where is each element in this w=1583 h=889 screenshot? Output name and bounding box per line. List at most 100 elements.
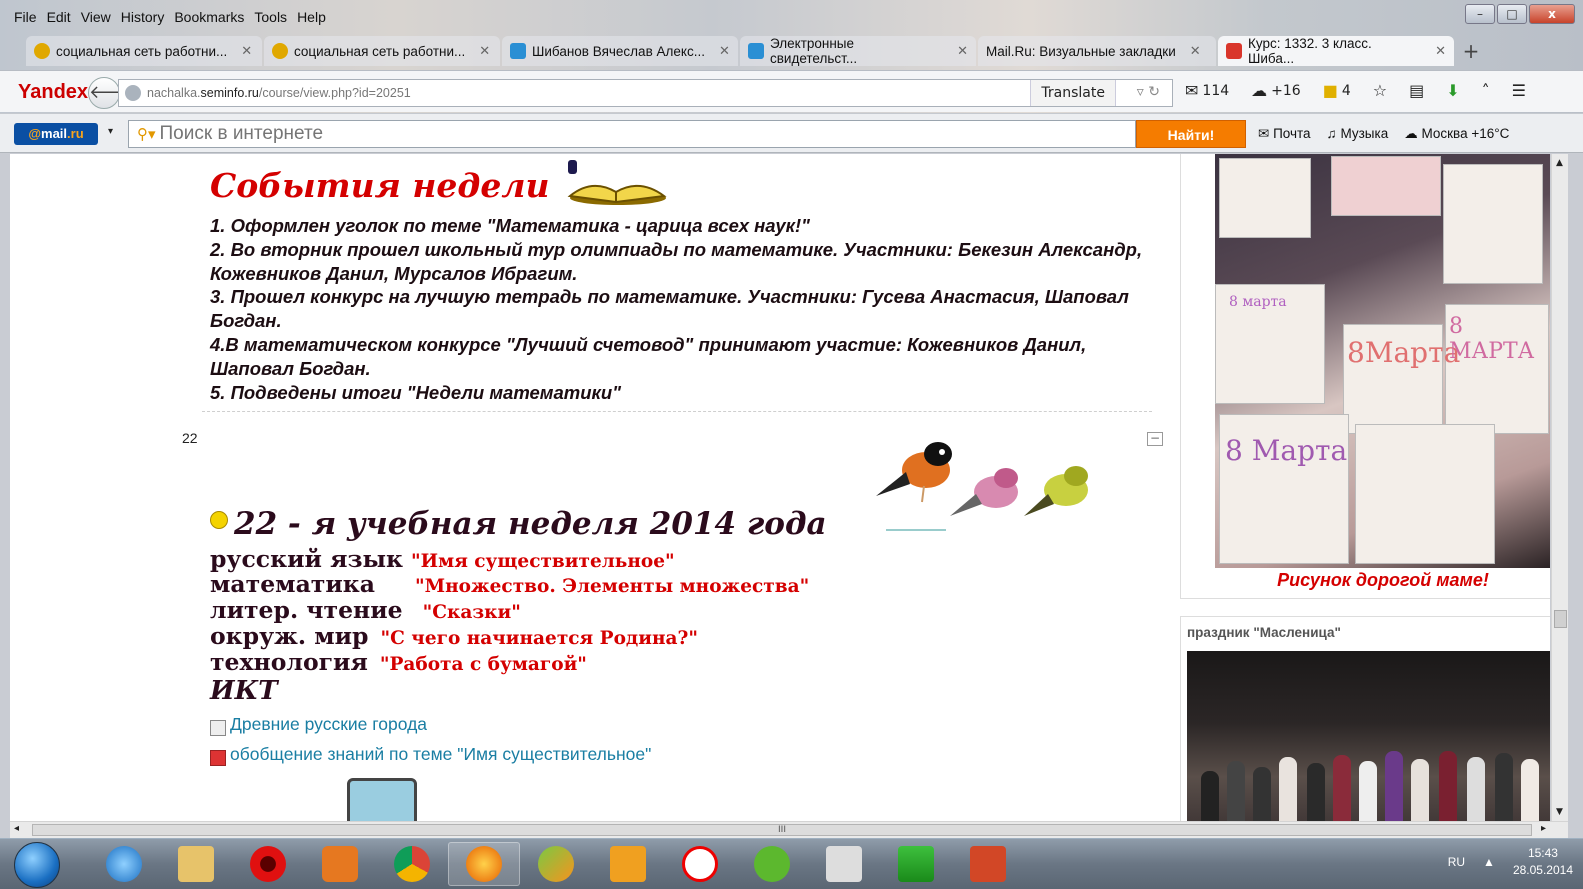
back-button[interactable]: 🡐 [88,77,137,109]
photo-figure [1411,759,1429,821]
resource-link[interactable]: Древние русские города [210,714,427,736]
vertical-scroll-thumb[interactable] [1554,610,1567,628]
scroll-left-icon[interactable]: ◂ [14,823,19,834]
taskbar-yandex[interactable] [664,842,736,886]
clipboard-icon: ▤ [1409,81,1425,100]
check-favicon-icon [748,43,764,59]
bookmark-star-button[interactable]: ☆ [1373,81,1387,100]
close-tab-icon[interactable]: ✕ [241,43,252,59]
photo-figure [1279,757,1297,821]
menu-help[interactable]: Help [293,6,330,30]
mailru-logo[interactable]: @mail.ru [14,123,98,145]
toolbar-icons: ✉ 114 ☁ +16 ■ 4 ☆ ▤ ⬇ ˄ ☰ [1185,81,1526,100]
subject-row: окруж. мир "С чего начинается Родина?" [210,622,698,650]
taskbar-app8[interactable] [592,842,664,886]
tab-label: Mail.Ru: Визуальные закладки [986,43,1176,59]
taskbar-explorer[interactable] [160,842,232,886]
url-subdomain: nachalka. [147,86,201,100]
taskbar-chrome[interactable] [376,842,448,886]
tab-mailru-bookmarks[interactable]: Mail.Ru: Визуальные закладки ✕ [978,36,1216,66]
puzzle-icon [610,846,646,882]
tab-shibanov[interactable]: Шибанов Вячеслав Алекс... ✕ [502,36,738,66]
resource-label[interactable]: Древние русские города [230,714,427,735]
weather-link[interactable]: ☁ Москва +16°C [1404,126,1509,142]
find-button[interactable]: Найти! [1136,120,1246,148]
tray-expand-icon[interactable]: ▲ [1483,855,1495,869]
tab-social-1[interactable]: социальная сеть работни... ✕ [26,36,262,66]
reload-icon[interactable]: ▿ ↻ [1137,84,1160,100]
subject-name: окруж. мир [210,622,369,650]
taskbar-app12[interactable] [880,842,952,886]
subject-topic: "Множество. Элементы множества" [414,576,810,597]
bookmarks-list-button[interactable]: ▤ [1409,81,1424,100]
yandex-logo[interactable]: Yandex [18,81,88,104]
open-book-icon [567,160,667,205]
scroll-down-icon[interactable]: ▼ [1556,807,1563,817]
minimize-button[interactable]: – [1465,4,1495,24]
window-controls: – □ x [1465,4,1575,24]
web-search-input[interactable] [159,123,1060,145]
scroll-up-icon[interactable]: ▲ [1556,158,1563,168]
menu-file[interactable]: File [10,6,41,30]
system-tray: RU ▲ 15:43 28.05.2014 [1448,845,1573,879]
maximize-button[interactable]: □ [1497,4,1527,24]
taskbar-opera[interactable] [232,842,304,886]
close-tab-icon[interactable]: ✕ [719,43,730,59]
photo-figure [1385,751,1403,821]
menu-button[interactable]: ☰ [1512,81,1526,100]
taskbar-utorrent[interactable] [736,842,808,886]
tab-strip: социальная сеть работни... ✕ социальная … [26,36,1486,68]
home-button[interactable]: ˄ [1482,81,1490,100]
menu-history[interactable]: History [117,6,169,30]
subject-name: литер. чтение [210,596,403,624]
tab-social-2[interactable]: социальная сеть работни... ✕ [264,36,500,66]
opera-icon [250,846,286,882]
taskbar-app7[interactable] [520,842,592,886]
new-tab-button[interactable]: + [1456,36,1486,66]
language-indicator[interactable]: RU [1448,855,1465,869]
drawing-paper [1219,158,1311,238]
taskbar-media[interactable] [304,842,376,886]
tasks-widget[interactable]: ■ 4 [1323,81,1351,100]
taskbar-app11[interactable] [808,842,880,886]
music-link[interactable]: ♫ Музыка [1327,126,1389,142]
horizontal-scroll-thumb[interactable]: III [32,824,1532,836]
close-button[interactable]: x [1529,4,1575,24]
start-button[interactable] [14,842,60,888]
scroll-right-icon[interactable]: ▸ [1541,823,1546,834]
drawing-caption: Рисунок дорогой маме! [1277,570,1489,590]
menu-tools[interactable]: Tools [250,6,291,30]
vertical-scrollbar[interactable]: ▲ ▼ [1551,154,1568,821]
taskbar-powerpoint[interactable] [952,842,1024,886]
address-bar[interactable]: nachalka.seminfo.ru/course/view.php?id=2… [118,79,1173,107]
resource-link[interactable]: обобщение знаний по теме "Имя существите… [210,744,651,766]
clock[interactable]: 15:43 28.05.2014 [1513,845,1573,879]
horizontal-scrollbar[interactable]: ◂ III ▸ [10,821,1568,838]
mail-counter[interactable]: ✉ 114 [1185,81,1229,100]
tab-course[interactable]: Курс: 1332. 3 класс. Шиба... ✕ [1218,36,1454,66]
translate-button[interactable]: Translate [1030,80,1116,106]
taskbar-firefox[interactable] [448,842,520,886]
collapse-section-button[interactable]: − [1147,432,1163,446]
menu-edit[interactable]: Edit [43,6,75,30]
weather-widget[interactable]: ☁ +16 [1251,81,1301,100]
close-tab-icon[interactable]: ✕ [957,43,968,59]
smiley-icon [210,511,228,529]
menu-view[interactable]: View [77,6,115,30]
mail-link[interactable]: ✉ Почта [1258,126,1311,142]
subject-row: математика "Множество. Элементы множества… [210,570,809,598]
close-tab-icon[interactable]: ✕ [479,43,490,59]
menu-bookmarks[interactable]: Bookmarks [170,6,248,30]
url-path: /course/view.php?id=20251 [258,86,411,100]
search-icon[interactable]: ⚲▾ [137,125,156,143]
downloads-button[interactable]: ⬇ [1446,81,1459,100]
tab-certificates[interactable]: Электронные свидетельст... ✕ [740,36,976,66]
drawing-text: 8 МАРТА [1449,314,1535,364]
close-tab-icon[interactable]: ✕ [1435,43,1446,59]
resource-label[interactable]: обобщение знаний по теме "Имя существите… [230,744,651,765]
close-tab-icon[interactable]: ✕ [1190,43,1201,59]
taskbar-ie[interactable] [88,842,160,886]
mailru-toolbar: @mail.ru ▾ ⚲▾ Найти! ✉ Почта ♫ Музыка ☁ … [0,113,1583,153]
logo-dropdown-icon[interactable]: ▾ [108,126,113,137]
photo-figure [1227,761,1245,821]
